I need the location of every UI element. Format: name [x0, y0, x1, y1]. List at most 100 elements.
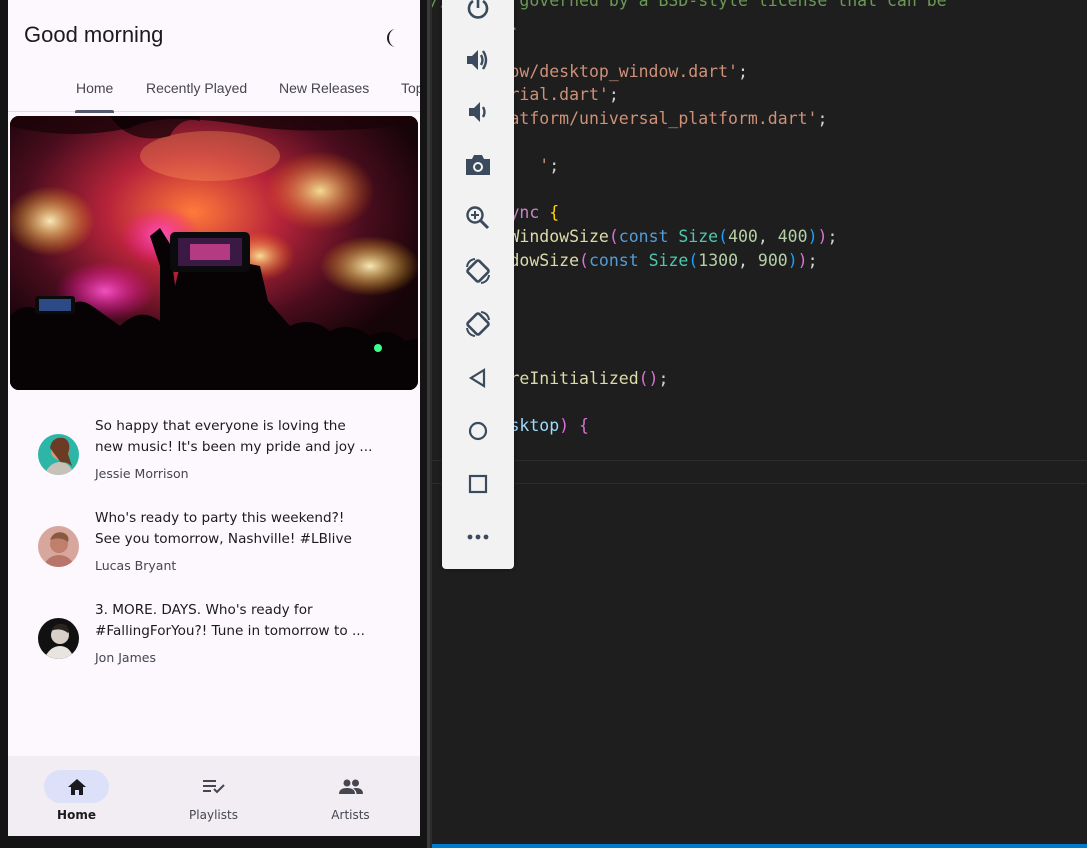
- tab-top[interactable]: Top: [401, 80, 420, 96]
- zoom-in-icon: [466, 206, 490, 230]
- code-token: ): [559, 415, 580, 435]
- tab-recently-played[interactable]: Recently Played: [146, 80, 247, 96]
- playlist-check-icon: [202, 779, 225, 793]
- nav-icon-container: [181, 770, 246, 803]
- nav-icon-container: [318, 770, 383, 803]
- volume-up-icon: [467, 50, 488, 70]
- rotate-left-icon: [466, 258, 490, 284]
- bottom-navigation-bar: Home Playlists Artists: [8, 756, 420, 836]
- moon-icon: [387, 29, 396, 47]
- emulator-toolbar: [442, 0, 514, 569]
- post-text-line: See you tomorrow, Nashville! #LBlive: [95, 530, 352, 547]
- code-token: Size: [648, 250, 689, 270]
- tab-bar: Home Recently Played New Releases Top: [8, 66, 420, 113]
- code-line: E e.: [430, 13, 1087, 37]
- post-author: Jon James: [95, 650, 156, 665]
- code-token: ;: [817, 108, 828, 128]
- code-token: ,: [738, 250, 758, 270]
- nav-playlists-label: Playlists: [189, 808, 238, 822]
- power-button[interactable]: [458, 0, 498, 28]
- code-line: t erial.dart';: [430, 83, 1087, 107]
- code-line: p: [430, 508, 1087, 532]
- code-token: is governed by a BSD-style license that …: [459, 0, 947, 10]
- nav-artists-label: Artists: [331, 808, 370, 822]
- code-editor[interactable]: // is governed by a BSD-style license th…: [430, 0, 1087, 848]
- people-icon: [338, 779, 363, 794]
- nav-active-indicator: [44, 770, 109, 803]
- code-line: o ndowSize(const Size(1300, 900));: [430, 249, 1087, 273]
- back-triangle-icon: [468, 368, 486, 388]
- code-token: const: [618, 226, 679, 246]
- code-token: {: [549, 203, 560, 223]
- code-line: // is governed by a BSD-style license th…: [430, 0, 1087, 13]
- nav-playlists[interactable]: Playlists: [145, 756, 282, 836]
- concert-hero-image[interactable]: [10, 116, 418, 390]
- nav-home[interactable]: Home: [8, 756, 145, 836]
- screenshot-button[interactable]: [458, 145, 498, 185]
- list-item[interactable]: So happy that everyone is loving the new…: [8, 416, 420, 508]
- app-screen: Good morning Home Recently Played New Re…: [8, 0, 420, 836]
- home-icon: [67, 778, 86, 795]
- code-token: ,: [757, 226, 778, 246]
- nav-home-label: Home: [57, 808, 96, 822]
- more-button[interactable]: [458, 517, 498, 557]
- code-token: Size: [678, 226, 719, 246]
- post-author: Jessie Morrison: [95, 466, 189, 481]
- volume-down-icon: [469, 102, 486, 122]
- camera-icon: [466, 155, 490, 175]
- code-token: 900: [757, 250, 788, 270]
- code-token: const: [588, 250, 649, 270]
- post-text-line: #FallingForYou?! Tune in tomorrow to ...: [95, 622, 365, 639]
- power-icon: [467, 0, 489, 19]
- code-line: o ureInitialized();: [430, 367, 1087, 391]
- code-token: ): [787, 250, 798, 270]
- concert-photo: [10, 116, 418, 390]
- code-token: (: [688, 250, 699, 270]
- code-token: ): [797, 250, 808, 270]
- code-line: a ';: [430, 154, 1087, 178]
- volume-up-button[interactable]: [458, 40, 498, 80]
- post-author: Lucas Bryant: [95, 558, 177, 573]
- rotate-left-button[interactable]: [458, 251, 498, 291]
- code-line: r sync {: [430, 201, 1087, 225]
- code-line: i esktop) {: [430, 414, 1087, 438]
- code-token: ;: [549, 156, 560, 176]
- more-horiz-icon: [467, 534, 489, 540]
- overview-square-icon: [468, 474, 488, 494]
- home-circle-icon: [468, 421, 488, 441]
- code-line: v latform/universal_platform.dart';: [430, 107, 1087, 131]
- nav-artists[interactable]: Artists: [282, 756, 419, 836]
- post-text-line: Who's ready to party this weekend?!: [95, 510, 345, 526]
- dark-mode-toggle-button[interactable]: [382, 24, 410, 52]
- post-text-line: 3. MORE. DAYS. Who's ready for: [95, 602, 313, 618]
- list-item[interactable]: 3. MORE. DAYS. Who's ready for #FallingF…: [8, 600, 420, 692]
- tab-home[interactable]: Home: [76, 80, 113, 96]
- code-token: ;: [608, 85, 619, 105]
- code-token: ;: [807, 250, 818, 270]
- code-line: w: [430, 437, 1087, 461]
- rotate-right-button[interactable]: [458, 304, 498, 344]
- code-token: (): [638, 368, 659, 388]
- tab-new-releases[interactable]: New Releases: [279, 80, 369, 96]
- code-token: (: [718, 226, 729, 246]
- code-text: // is governed by a BSD-style license th…: [430, 0, 1087, 532]
- back-button[interactable]: [458, 358, 498, 398]
- code-token: ;: [658, 368, 669, 388]
- home-button[interactable]: [458, 411, 498, 451]
- post-text-line: new music! It's been my pride and joy ..…: [95, 438, 373, 455]
- volume-down-button[interactable]: [458, 92, 498, 132]
- list-item[interactable]: Who's ready to party this weekend?! See …: [8, 508, 420, 600]
- emulator-device-frame: Good morning Home Recently Played New Re…: [0, 0, 432, 848]
- overview-button[interactable]: [458, 464, 498, 504]
- code-token: (: [608, 226, 619, 246]
- avatar: [38, 434, 79, 475]
- zoom-button[interactable]: [458, 198, 498, 238]
